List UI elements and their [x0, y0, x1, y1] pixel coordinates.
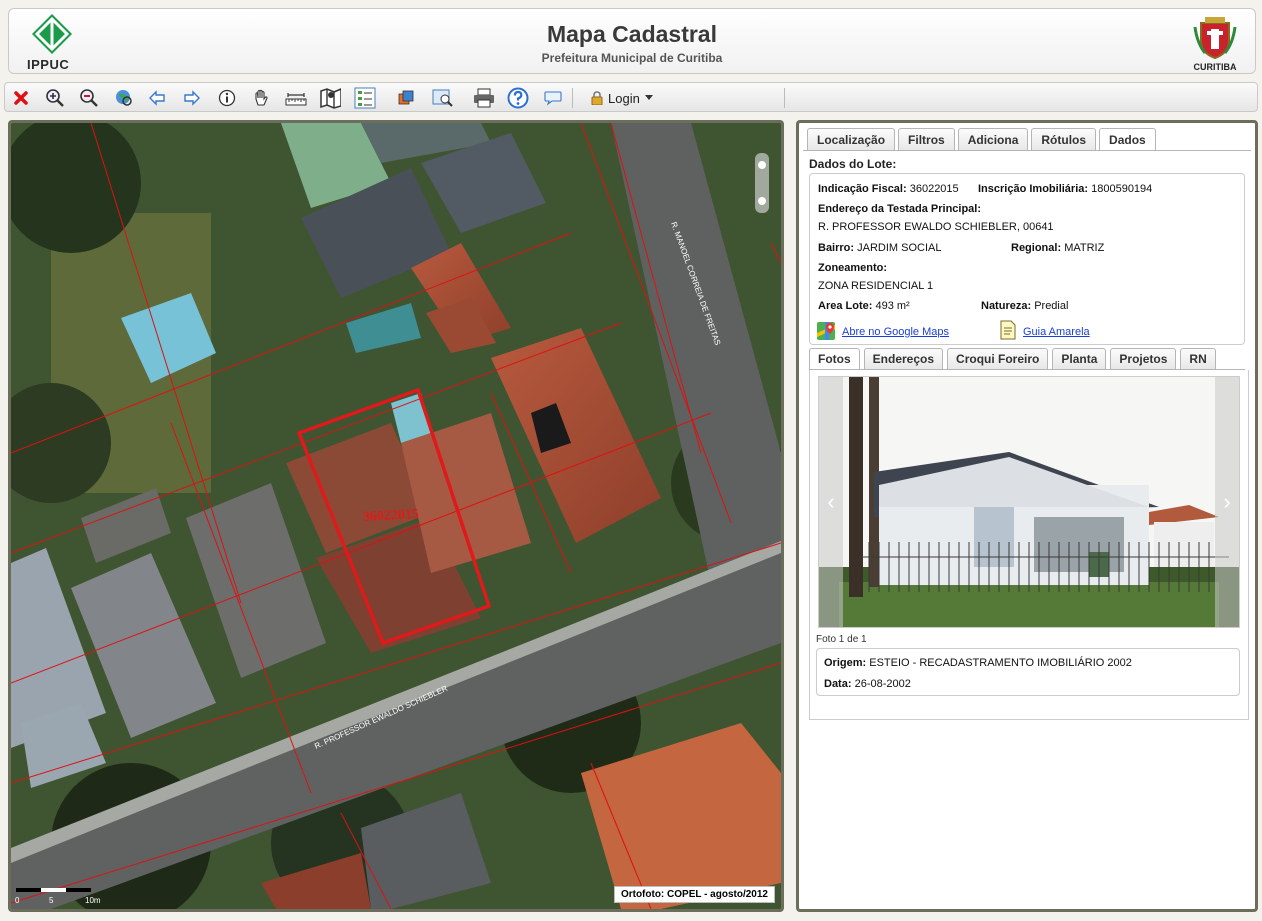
- regional-value: MATRIZ: [1064, 242, 1105, 254]
- comment-icon[interactable]: [542, 87, 564, 109]
- zoneamento-label: Zoneamento:: [818, 262, 887, 274]
- indicacao-fiscal: Indicação Fiscal: 36022015: [818, 183, 959, 195]
- photo-panel: ‹ › Foto 1 de 1 Origem: ESTEIO - RECADAS…: [809, 370, 1249, 720]
- regional: Regional: MATRIZ: [1011, 242, 1104, 254]
- inscricao-imobiliaria: Inscrição Imobiliária: 1800590194: [978, 183, 1152, 195]
- tab-adiciona[interactable]: Adiciona: [957, 128, 1029, 150]
- lot-label: 36022015: [362, 507, 419, 525]
- lot-data-title: Dados do Lote:: [809, 157, 897, 171]
- curitiba-logo-text: CURITIBA: [1193, 62, 1237, 72]
- google-maps-icon[interactable]: [816, 321, 836, 341]
- print-icon[interactable]: [473, 87, 495, 109]
- toolbar-divider: [572, 88, 573, 108]
- house-photo[interactable]: ‹ ›: [818, 376, 1240, 628]
- bairro: Bairro: JARDIM SOCIAL: [818, 242, 941, 254]
- tab-divider: [803, 150, 1251, 151]
- tab-rn[interactable]: RN: [1180, 348, 1216, 369]
- bairro-label: Bairro:: [818, 242, 855, 254]
- lot-data-box: Indicação Fiscal: 36022015 Inscrição Imo…: [809, 173, 1245, 345]
- zoom-in-icon[interactable]: [44, 87, 66, 109]
- document-icon[interactable]: [999, 320, 1017, 340]
- guia-amarela-link[interactable]: Guia Amarela: [1023, 326, 1090, 338]
- back-arrow-icon[interactable]: [146, 87, 168, 109]
- curitiba-crest-icon: [1193, 17, 1237, 60]
- chevron-down-icon: [644, 95, 653, 100]
- area-lote: Area Lote: 493 m²: [818, 300, 910, 312]
- origem-label: Origem:: [824, 657, 867, 669]
- zoom-slider-minus[interactable]: [758, 197, 766, 205]
- endereco-value: R. PROFESSOR EWALDO SCHIEBLER, 00641: [818, 221, 1054, 233]
- search-icon[interactable]: [432, 87, 454, 109]
- inscricao-value: 1800590194: [1091, 183, 1153, 195]
- forward-arrow-icon[interactable]: [181, 87, 203, 109]
- close-icon[interactable]: [10, 87, 32, 109]
- zoneamento-value: ZONA RESIDENCIAL 1: [818, 280, 934, 292]
- page-title: Mapa Cadastral: [546, 21, 717, 47]
- photo-origem: Origem: ESTEIO - RECADASTRAMENTO IMOBILI…: [824, 657, 1132, 669]
- tab-projetos[interactable]: Projetos: [1110, 348, 1177, 369]
- zoom-extent-icon[interactable]: [113, 87, 135, 109]
- page-subtitle: Prefeitura Municipal de Curitiba: [541, 51, 723, 65]
- tab-rotulos[interactable]: Rótulos: [1031, 128, 1097, 150]
- scale-label-5: 5: [49, 896, 54, 905]
- endereco-label-text: Endereço da Testada Principal:: [818, 203, 982, 215]
- photo-data: Data: 26-08-2002: [824, 678, 911, 690]
- inscricao-label: Inscrição Imobiliária:: [978, 183, 1089, 195]
- pan-hand-icon[interactable]: [250, 87, 272, 109]
- tab-fotos[interactable]: Fotos: [809, 348, 860, 369]
- app-header: IPPUC Mapa Cadastral Prefeitura Municipa…: [8, 8, 1256, 74]
- photo-prev-button[interactable]: ‹: [819, 377, 843, 627]
- photo-caption: Foto 1 de 1: [816, 634, 867, 645]
- endereco-label: Endereço da Testada Principal:: [818, 203, 981, 215]
- login-button[interactable]: Login: [591, 88, 653, 108]
- google-maps-link[interactable]: Abre no Google Maps: [842, 326, 949, 338]
- map-attribution: Ortofoto: COPEL - agosto/2012: [613, 886, 775, 903]
- map-view[interactable]: 36022015 R. MANOEL CORREIA DE FREITAS R.…: [8, 120, 784, 912]
- bairro-value: JARDIM SOCIAL: [857, 242, 942, 254]
- tab-enderecos[interactable]: Endereços: [863, 348, 944, 369]
- scale-label-0: 0: [15, 896, 20, 905]
- tab-localizacao[interactable]: Localização: [807, 128, 896, 150]
- tab-planta[interactable]: Planta: [1052, 348, 1107, 369]
- map-toolbar: Login: [4, 82, 1258, 112]
- map-icon[interactable]: [319, 87, 341, 109]
- regional-label: Regional:: [1011, 242, 1062, 254]
- indicacao-value: 36022015: [909, 183, 959, 195]
- layers-icon[interactable]: [395, 87, 417, 109]
- area-label: Area Lote:: [818, 300, 873, 312]
- aerial-orthophoto[interactable]: 36022015 R. MANOEL CORREIA DE FREITAS R.…: [11, 123, 781, 909]
- chevron-left-icon: ‹: [827, 489, 835, 514]
- measure-icon[interactable]: [285, 87, 307, 109]
- area-value: 493 m²: [875, 300, 910, 312]
- natureza: Natureza: Predial: [981, 300, 1068, 312]
- photo-info-box: Origem: ESTEIO - RECADASTRAMENTO IMOBILI…: [816, 648, 1240, 696]
- natureza-value: Predial: [1034, 300, 1069, 312]
- curitiba-logo: CURITIBA: [1191, 13, 1239, 73]
- natureza-label: Natureza:: [981, 300, 1032, 312]
- zoom-out-icon[interactable]: [78, 87, 100, 109]
- zoneamento-label-text: Zoneamento:: [818, 262, 888, 274]
- data-label: Data:: [824, 678, 852, 690]
- legend-icon[interactable]: [354, 87, 376, 109]
- tab-croqui-foreiro[interactable]: Croqui Foreiro: [947, 348, 1049, 369]
- scale-label-10: 10m: [85, 896, 101, 905]
- panel-tabs: Localização Filtros Adiciona Rótulos Dad…: [807, 128, 1156, 151]
- tab-filtros[interactable]: Filtros: [898, 128, 955, 150]
- lock-icon: [591, 91, 603, 105]
- origem-value: ESTEIO - RECADASTRAMENTO IMOBILIÁRIO 200…: [869, 657, 1132, 669]
- side-panel: Localização Filtros Adiciona Rótulos Dad…: [796, 120, 1258, 912]
- indicacao-label: Indicação Fiscal:: [818, 183, 907, 195]
- login-label: Login: [608, 90, 640, 106]
- data-value: 26-08-2002: [854, 678, 911, 690]
- zoom-slider-plus[interactable]: [758, 161, 766, 169]
- toolbar-divider: [784, 88, 785, 108]
- tab-dados[interactable]: Dados: [1099, 128, 1156, 151]
- help-icon[interactable]: [507, 87, 529, 109]
- house-photo-image: [819, 377, 1239, 627]
- photo-tabs: Fotos Endereços Croqui Foreiro Planta Pr…: [809, 348, 1216, 369]
- chevron-right-icon: ›: [1223, 489, 1231, 514]
- info-icon[interactable]: [216, 87, 238, 109]
- photo-next-button[interactable]: ›: [1215, 377, 1239, 627]
